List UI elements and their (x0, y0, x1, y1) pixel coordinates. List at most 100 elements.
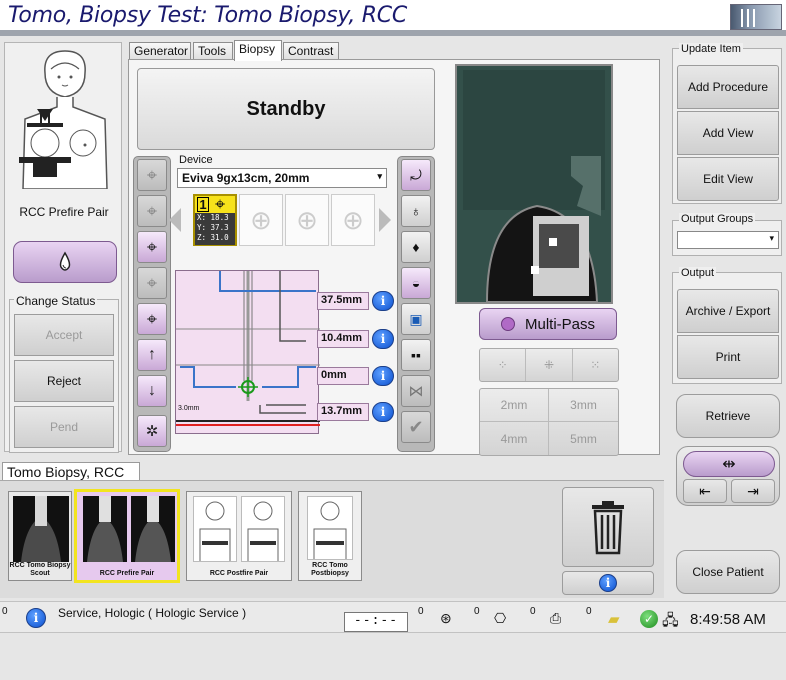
pend-button[interactable]: Pend (14, 406, 114, 448)
multipass-button[interactable]: Multi-Pass (479, 308, 617, 340)
offset-buttons: 2mm 3mm 4mm 5mm (479, 388, 619, 456)
chevron-down-icon: ▾ (769, 233, 774, 243)
delete-view-button[interactable] (562, 487, 654, 567)
thumbnail-postfire-pair[interactable]: RCC Postfire Pair (186, 491, 292, 581)
archive-export-button[interactable]: Archive / Export (677, 289, 779, 333)
accept-button[interactable]: Accept (14, 314, 114, 356)
tab-tools[interactable]: Tools (193, 42, 233, 60)
info-button-2[interactable]: i (372, 329, 394, 349)
add-procedure-button[interactable]: Add Procedure (677, 65, 779, 109)
offset-3mm[interactable]: 3mm (549, 389, 618, 422)
output-groups-label: Output Groups (679, 213, 756, 225)
image-display-button[interactable]: ▣ (401, 303, 431, 335)
confirm-button[interactable]: ✔ (401, 411, 431, 443)
crosshair-copy-icon: ⌖ (146, 272, 158, 293)
needle-down-icon: ↓ (148, 382, 156, 399)
thumbnail-tomo-scout[interactable]: RCC Tomo Biopsy Scout (8, 491, 72, 581)
target-clear-button[interactable]: ⌖ (137, 303, 167, 335)
procedure-tab[interactable]: Tomo Biopsy, RCC (2, 462, 140, 482)
needle-length-button[interactable]: ♁ (401, 195, 431, 227)
info-button-4[interactable]: i (372, 402, 394, 422)
offset-4mm[interactable]: 4mm (480, 422, 549, 455)
tab-biopsy[interactable]: Biopsy (234, 40, 282, 61)
target-slot-2[interactable]: ⊕ (239, 194, 283, 246)
target-delete-button[interactable]: ⌖ (137, 195, 167, 227)
exposure-timer: --:-- (344, 612, 408, 632)
tab-generator[interactable]: Generator (129, 42, 191, 60)
reject-button[interactable]: Reject (14, 360, 114, 402)
paddle-right-button[interactable]: ⇥ (731, 479, 775, 503)
mirror-button[interactable]: ⋈ (401, 375, 431, 407)
check-status-icon: ✓ (640, 610, 658, 628)
offset-5mm[interactable]: 5mm (549, 422, 618, 455)
mirror-icon: ⋈ (408, 383, 424, 400)
dual-dots-icon: ▪▪ (411, 347, 421, 363)
info-icon: i (380, 405, 386, 419)
print-button[interactable]: Print (677, 335, 779, 379)
target-next-arrow[interactable] (379, 208, 391, 232)
crosshair-empty-icon: ⊕ (250, 204, 272, 235)
offset-2mm[interactable]: 2mm (480, 389, 549, 422)
target-add-button[interactable]: ⌖ (137, 159, 167, 191)
device-select[interactable]: Eviva 9gx13cm, 20mm ▾ (177, 168, 387, 188)
info-icon: i (380, 369, 386, 383)
view-info-button[interactable]: i (562, 571, 654, 595)
window-title: Tomo, Biopsy Test: Tomo Biopsy, RCC (8, 3, 407, 28)
target-slot-3[interactable]: ⊕ (285, 194, 329, 246)
pattern-3-button[interactable]: ⁘ (480, 349, 527, 381)
hologic-logo (730, 4, 782, 30)
target-send-button[interactable]: ⌖ (137, 231, 167, 263)
needle-approach-button[interactable]: ⤾ (401, 159, 431, 191)
crosshair-empty-icon: ⊕ (296, 204, 318, 235)
clock: 8:49:58 AM (690, 611, 766, 628)
target-slot-1[interactable]: 1 ⌖ X: 18.3 Y: 37.3 Z: 31.0 (193, 194, 237, 246)
tomo-scout-button[interactable]: ✲ (137, 415, 167, 447)
drop-icon (59, 251, 71, 271)
alarm-info-button[interactable]: i (26, 608, 46, 628)
output-label: Output (679, 267, 717, 279)
target-slot-4[interactable]: ⊕ (331, 194, 375, 246)
crosshair-send-icon: ⌖ (146, 236, 158, 257)
printer-icon: ⎙ (550, 610, 562, 626)
paddle-right-icon: ⇥ (747, 482, 759, 499)
output-groups-select[interactable]: ▾ (677, 231, 779, 249)
tab-contrast[interactable]: Contrast (283, 42, 339, 60)
scout-icon: ✲ (145, 423, 159, 440)
info-button-3[interactable]: i (372, 366, 394, 386)
split-view-button[interactable]: ▪▪ (401, 339, 431, 371)
compression-button[interactable]: ◒ (401, 267, 431, 299)
pattern-4-button[interactable]: ⁜ (526, 349, 573, 381)
jog-up-button[interactable]: ↑ (137, 339, 167, 371)
retrieve-button[interactable]: Retrieve (676, 394, 780, 438)
approach-icon: ⤾ (410, 166, 422, 183)
device-label: Device (179, 154, 213, 166)
needle-adjust-button[interactable]: ♦ (401, 231, 431, 263)
paddle-shift-control: ⇹ ⇤ ⇥ (676, 446, 780, 506)
needle-up-icon: ↑ (148, 346, 156, 363)
pattern-5-button[interactable]: ⁙ (573, 349, 618, 381)
thumbnail-prefire-pair[interactable]: RCC Prefire Pair (74, 489, 180, 583)
count-2: 0 (474, 606, 480, 617)
paddle-center-icon: ⇹ (722, 456, 736, 473)
jog-down-button[interactable]: ↓ (137, 375, 167, 407)
left-tool-rail: ⌖ ⌖ ⌖ ⌖ ⌖ ↑ ↓ ✲ (133, 156, 171, 452)
target-prev-arrow[interactable] (169, 208, 181, 232)
close-patient-button[interactable]: Close Patient (676, 550, 780, 594)
breast-position-icon (15, 49, 111, 190)
view-label: RCC Prefire Pair (19, 205, 109, 219)
five-dots-icon: ⁙ (590, 358, 601, 372)
paddle-center-button[interactable]: ⇹ (683, 451, 775, 477)
edit-view-button[interactable]: Edit View (677, 157, 779, 201)
patient-panel: RCC Prefire Pair Change Status Accept Re… (4, 42, 122, 453)
target-copy-button[interactable]: ⌖ (137, 267, 167, 299)
paddle-left-button[interactable]: ⇤ (683, 479, 727, 503)
info-button-1[interactable]: i (372, 291, 394, 311)
thumbnail-strip: RCC Tomo Biopsy Scout RCC Prefire Pair R… (0, 480, 664, 598)
target-coords: X: 18.3 Y: 37.3 Z: 31.0 (195, 213, 235, 245)
needle-toggle-button[interactable] (13, 241, 117, 283)
thumbnail-tomo-postbiopsy[interactable]: RCC Tomo Postbiopsy (298, 491, 362, 581)
target-y: Y: 37.3 (197, 223, 229, 232)
scout-image (13, 496, 69, 562)
multipass-label: Multi-Pass (524, 315, 595, 333)
add-view-button[interactable]: Add View (677, 111, 779, 155)
